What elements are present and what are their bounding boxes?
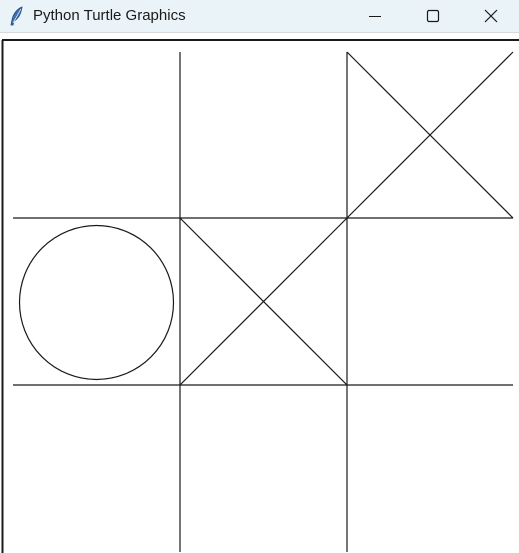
close-button[interactable] [462,0,519,32]
o-mark [18,224,175,381]
title-bar[interactable]: Python Turtle Graphics [0,0,519,32]
window-title: Python Turtle Graphics [33,7,186,24]
tic-tac-toe-board [1,39,519,553]
turtle-canvas[interactable] [0,32,519,553]
minimize-button[interactable] [346,0,404,32]
maximize-button[interactable] [404,0,462,32]
close-icon [484,9,498,23]
x-mark [179,217,348,386]
feather-icon [10,6,23,26]
x-mark [346,51,514,219]
maximize-icon [426,9,440,23]
turtle-window: Python Turtle Graphics [0,0,519,553]
minimize-icon [369,16,381,17]
